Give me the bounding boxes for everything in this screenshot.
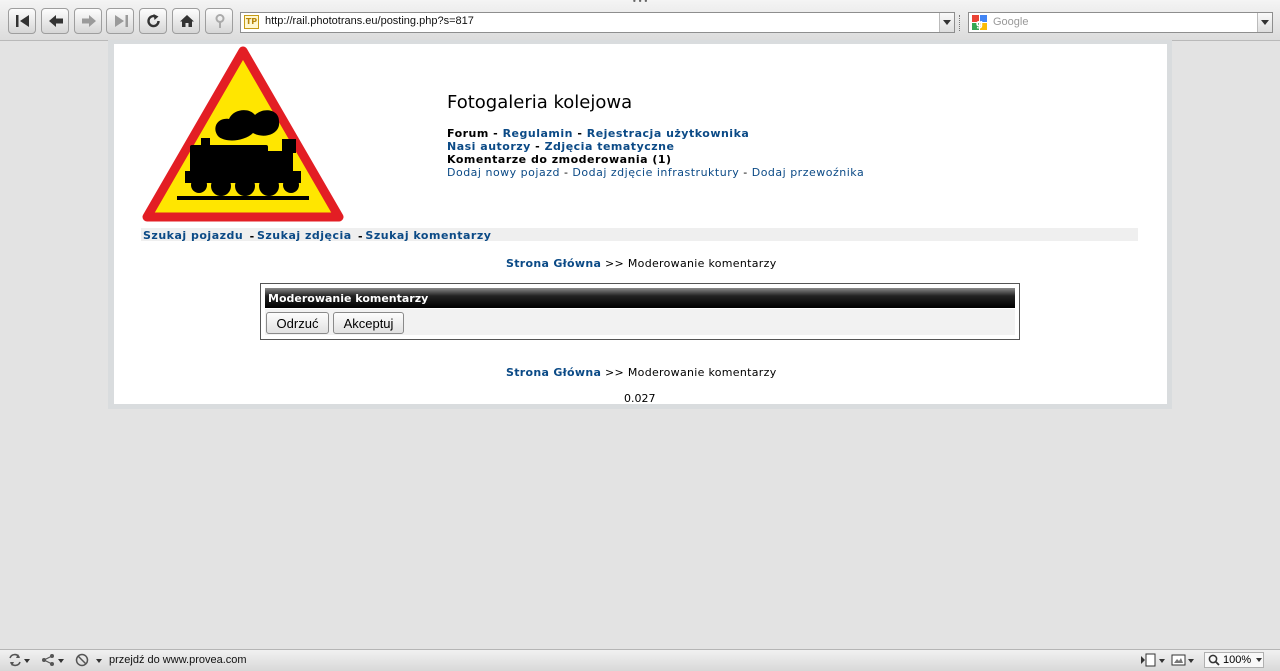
separator: - (559, 166, 573, 179)
browser-toolbar: ••• TP http://rail.phototrans.eu/posting… (0, 0, 1280, 41)
security-key-icon (215, 14, 225, 28)
page-actions-icon[interactable] (1140, 653, 1156, 667)
regulamin-link[interactable]: Regulamin (503, 127, 573, 140)
search-links-bar: Szukaj pojazdu - Szukaj zdjęcia - Szukaj… (141, 228, 1138, 243)
breadcrumb: Strona Główna >> Moderowanie komentarzy (506, 257, 777, 270)
privacy-icon[interactable] (75, 653, 89, 667)
breadcrumb-bottom: Strona Główna >> Moderowanie komentarzy (506, 366, 777, 379)
separator: - (488, 127, 503, 140)
breadcrumb-separator: >> (601, 366, 628, 379)
page-generation-time: 0.027 (624, 392, 656, 405)
status-bar: przejdź do www.provea.com 100% (0, 649, 1280, 671)
search-input[interactable]: Google (993, 16, 1028, 28)
chevron-down-icon (1261, 20, 1269, 25)
moderation-panel-header: Moderowanie komentarzy (265, 288, 1015, 308)
nav-line-2: Nasi autorzy - Zdjęcia tematyczne (447, 140, 674, 153)
chevron-down-icon[interactable] (96, 659, 102, 663)
address-bar[interactable]: TP http://rail.phototrans.eu/posting.php… (240, 12, 955, 33)
breadcrumb-home-link[interactable]: Strona Główna (506, 257, 601, 270)
railway-crossing-sign-logo[interactable] (141, 45, 345, 226)
comments-to-moderate-link[interactable]: Komentarze do zmoderowania (1) (447, 153, 672, 166)
back-icon (49, 15, 63, 27)
breadcrumb-current: Moderowanie komentarzy (627, 366, 777, 379)
nav-line-4: Dodaj nowy pojazd - Dodaj zdjęcie infras… (447, 166, 864, 179)
chevron-down-icon[interactable] (24, 659, 30, 663)
zoom-icon (1208, 654, 1220, 666)
moderation-panel-body: Odrzuć Akceptuj (265, 309, 1015, 335)
reload-icon (147, 14, 160, 28)
sync-icon[interactable] (8, 653, 22, 667)
chevron-down-icon (943, 20, 951, 25)
forum-label: Forum (447, 127, 489, 140)
separator: - (245, 230, 259, 243)
add-vehicle-link[interactable]: Dodaj nowy pojazd (447, 166, 560, 179)
svg-text:g: g (976, 19, 983, 30)
toolbar-separator (959, 15, 963, 31)
site-favicon: TP (244, 15, 259, 29)
zoom-level: 100% (1223, 654, 1252, 666)
accept-button[interactable]: Akceptuj (333, 312, 404, 334)
address-input[interactable]: http://rail.phototrans.eu/posting.php?s=… (265, 15, 474, 27)
moderation-panel: Moderowanie komentarzy Odrzuć Akceptuj (260, 283, 1020, 340)
security-button[interactable] (205, 8, 233, 34)
reject-button[interactable]: Odrzuć (266, 312, 329, 334)
first-page-button[interactable] (8, 8, 36, 34)
chevron-down-icon[interactable] (1159, 659, 1165, 663)
home-icon (180, 15, 194, 27)
status-text: przejdź do www.provea.com (109, 654, 247, 666)
first-page-icon (16, 15, 29, 27)
forward-icon (82, 15, 96, 27)
breadcrumb-home-link[interactable]: Strona Główna (506, 366, 601, 379)
last-page-icon (115, 15, 128, 27)
search-engine-dropdown[interactable] (1257, 13, 1272, 32)
authors-link[interactable]: Nasi autorzy (447, 140, 531, 153)
forward-button[interactable] (74, 8, 102, 34)
toolbar-grip[interactable]: ••• (632, 0, 648, 6)
registration-link[interactable]: Rejestracja użytkownika (587, 127, 750, 140)
back-button[interactable] (41, 8, 69, 34)
separator: - (530, 140, 545, 153)
breadcrumb-separator: >> (601, 257, 628, 270)
nav-line-3: Komentarze do zmoderowania (1) (447, 153, 672, 166)
search-comments-link[interactable]: Szukaj komentarzy (365, 229, 491, 242)
search-bar[interactable]: g Google (968, 12, 1273, 33)
add-carrier-link[interactable]: Dodaj przewoźnika (752, 166, 864, 179)
last-page-button[interactable] (106, 8, 134, 34)
address-dropdown-button[interactable] (939, 13, 954, 32)
add-infrastructure-photo-link[interactable]: Dodaj zdjęcie infrastruktury (572, 166, 739, 179)
image-display-icon[interactable] (1171, 653, 1187, 667)
home-button[interactable] (172, 8, 200, 34)
search-photo-link[interactable]: Szukaj zdjęcia (257, 229, 352, 242)
breadcrumb-current: Moderowanie komentarzy (627, 257, 777, 270)
chevron-down-icon (1256, 658, 1262, 662)
separator: - (572, 127, 587, 140)
nav-line-1: Forum - Regulamin - Rejestracja użytkown… (447, 127, 749, 140)
site-title: Fotogaleria kolejowa (447, 92, 633, 113)
separator: - (739, 166, 752, 179)
themed-photos-link[interactable]: Zdjęcia tematyczne (545, 140, 675, 153)
zoom-control[interactable]: 100% (1204, 652, 1264, 668)
separator: - (353, 230, 368, 243)
search-vehicle-link[interactable]: Szukaj pojazdu (143, 229, 243, 242)
network-icon[interactable] (41, 653, 55, 667)
reload-button[interactable] (139, 8, 167, 34)
chevron-down-icon[interactable] (58, 659, 64, 663)
chevron-down-icon[interactable] (1188, 659, 1194, 663)
google-icon: g (972, 15, 987, 30)
